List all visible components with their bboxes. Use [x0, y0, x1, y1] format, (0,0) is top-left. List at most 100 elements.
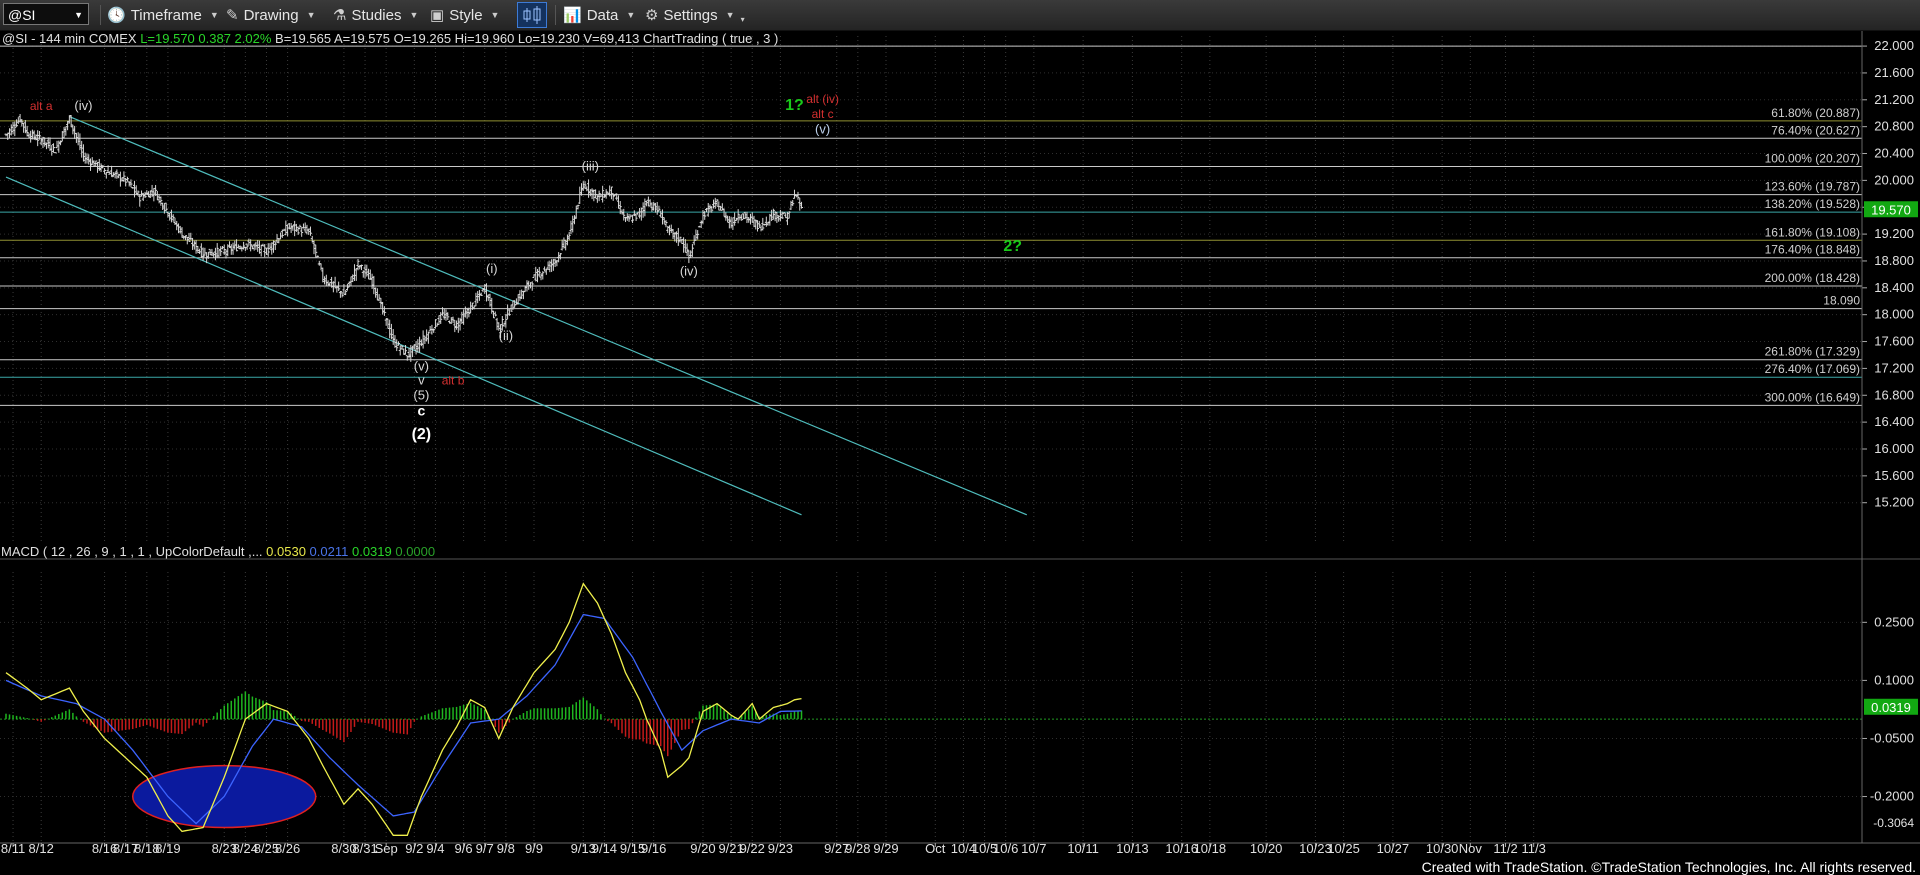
time-tick-label: 9/2: [405, 841, 423, 856]
time-tick-label: 9/8: [497, 841, 515, 856]
time-tick-label: 10/6: [993, 841, 1018, 856]
macd-header-field: 0.0319: [348, 544, 391, 559]
axis-tick-label: 18.800: [1874, 253, 1914, 268]
price-header: @SI - 144 min COMEX L=19.570 0.387 2.02%…: [2, 31, 778, 46]
time-tick-label: 9/20: [690, 841, 715, 856]
wave-label: alt (iv): [806, 92, 839, 106]
header-field: A=19.575: [331, 31, 390, 46]
axis-tick-label: 0.2500: [1874, 614, 1914, 629]
fib-level-label: 123.60% (19.787): [1765, 180, 1860, 194]
style-icon: ▣: [430, 7, 445, 24]
overflow-icon[interactable]: ▾: [741, 15, 745, 24]
fib-level-label: 100.00% (20.207): [1765, 151, 1860, 165]
fib-level-label: 176.40% (18.848): [1765, 243, 1860, 257]
price-chart[interactable]: @SI - 144 min COMEX L=19.570 0.387 2.02%…: [0, 31, 1920, 857]
fib-level-label: 18.090: [1823, 294, 1860, 308]
header-field: V=69,413: [580, 31, 640, 46]
axis-tick-label: -0.2000: [1870, 789, 1914, 804]
time-tick-label: Oct: [925, 841, 946, 856]
toolbar: @SI ▼ 🕓 Timeframe ▼ ✎ Drawing ▼ ⚗ Studies ▼ ▣ St…: [0, 0, 1920, 31]
data-label: Data: [586, 6, 619, 24]
header-field: 2.02%: [231, 31, 272, 46]
chevron-down-icon[interactable]: ▼: [410, 10, 419, 20]
time-tick-label: 8/11: [1, 841, 25, 856]
axis-tick-label: 18.000: [1874, 307, 1914, 322]
drawing-label: Drawing: [243, 6, 299, 24]
fib-level-label: 138.20% (19.528): [1765, 197, 1860, 211]
time-tick-label: 10/18: [1194, 841, 1227, 856]
chart-style-toggle-button[interactable]: [517, 2, 547, 28]
chevron-down-icon[interactable]: ▼: [491, 10, 500, 20]
time-tick-label: 10/30: [1426, 841, 1459, 856]
axis-tick-label: 16.000: [1874, 441, 1914, 456]
wave-label: (iv): [74, 98, 92, 113]
copyright-text: Created with TradeStation. ©TradeStation…: [1421, 859, 1916, 875]
wave-label: (v): [414, 358, 429, 373]
data-button[interactable]: 📊 Data ▼: [563, 3, 635, 27]
wave-label: v: [418, 373, 425, 388]
fib-level-label: 300.00% (16.649): [1765, 390, 1860, 404]
time-tick-label: 11/3: [1522, 841, 1546, 856]
timeframe-button[interactable]: 🕓 Timeframe ▼: [107, 3, 219, 27]
settings-button[interactable]: ⚙ Settings ▼ ▾: [645, 3, 745, 27]
chevron-down-icon[interactable]: ▼: [726, 10, 735, 20]
axis-tick-label: 22.000: [1874, 38, 1914, 53]
chevron-down-icon[interactable]: ▼: [626, 10, 635, 20]
time-tick-label: 9/29: [873, 841, 898, 856]
wave-label: alt c: [812, 107, 834, 121]
style-button[interactable]: ▣ Style ▼: [430, 3, 499, 27]
time-tick-label: 9/14: [592, 841, 617, 856]
axis-tick-label: 20.400: [1874, 146, 1914, 161]
fib-level-label: 200.00% (18.428): [1765, 271, 1860, 285]
time-tick-label: 8/19: [155, 841, 180, 856]
chevron-down-icon[interactable]: ▼: [307, 10, 316, 20]
time-tick-label: 8/26: [275, 841, 300, 856]
axis-tick-label: 19.200: [1874, 226, 1914, 241]
studies-label: Studies: [351, 6, 402, 24]
axis-tick-label: 20.800: [1874, 119, 1914, 134]
toolbar-separator: [555, 5, 556, 25]
macd-header-field: 0.0211: [306, 544, 348, 559]
axis-tick-label: 0.1000: [1874, 672, 1914, 687]
time-tick-label: 9/9: [525, 841, 543, 856]
axis-tick-label: 15.600: [1874, 468, 1914, 483]
header-field: L=19.570: [137, 31, 195, 46]
macd-header-field: MACD ( 12 , 26 , 9 , 1 , 1 , UpColorDefa…: [1, 544, 263, 559]
time-tick-label: 11/2: [1493, 841, 1517, 856]
gear-icon: ⚙: [645, 7, 659, 24]
timeframe-label: Timeframe: [130, 6, 202, 24]
macd-last-label: 0.0319: [1871, 700, 1911, 715]
wave-label: (5): [413, 387, 429, 402]
axis-tick-label: 16.800: [1874, 387, 1914, 402]
time-tick-label: 10/20: [1250, 841, 1283, 856]
time-tick-label: 10/13: [1116, 841, 1149, 856]
macd-header: MACD ( 12 , 26 , 9 , 1 , 1 , UpColorDefa…: [1, 544, 435, 559]
axis-tick-label: 16.400: [1874, 414, 1914, 429]
macd-header-field: 0.0530: [263, 544, 306, 559]
time-tick-label: 10/27: [1377, 841, 1410, 856]
time-tick-label: 9/4: [426, 841, 444, 856]
studies-button[interactable]: ⚗ Studies ▼: [333, 3, 418, 27]
clock-icon: 🕓: [107, 7, 126, 24]
time-tick-label: 9/23: [768, 841, 793, 856]
pencil-icon: ✎: [226, 7, 239, 24]
wave-label: (ii): [499, 328, 513, 343]
chevron-down-icon[interactable]: ▼: [210, 10, 219, 20]
style-label: Style: [449, 6, 483, 24]
drawing-button[interactable]: ✎ Drawing ▼: [226, 3, 316, 27]
time-tick-label: 9/6: [455, 841, 473, 856]
candle-style-icon: [523, 6, 541, 24]
flask-icon: ⚗: [333, 7, 347, 24]
wave-label: (v): [815, 121, 830, 136]
axis-tick-label: 18.400: [1874, 280, 1914, 295]
time-tick-label: 9/16: [641, 841, 666, 856]
time-tick-label: 10/25: [1327, 841, 1360, 856]
time-tick-label: 8/12: [29, 841, 54, 856]
time-tick-label: Sep: [375, 841, 398, 856]
macd-header-field: 0.0000: [392, 544, 435, 559]
time-tick-label: 9/28: [845, 841, 870, 856]
symbol-input[interactable]: @SI ▼: [3, 3, 89, 25]
axis-tick-label: 20.000: [1874, 172, 1914, 187]
fib-level-label: 161.80% (19.108): [1765, 225, 1860, 239]
chevron-down-icon[interactable]: ▼: [74, 4, 83, 26]
